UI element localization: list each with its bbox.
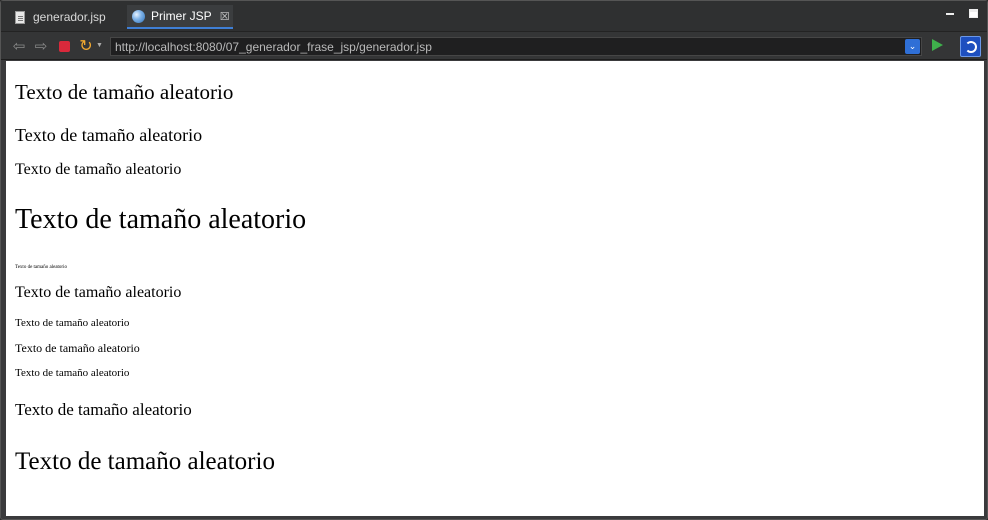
external-browser-icon [964, 40, 977, 53]
forward-arrow-icon: ⇨ [34, 38, 48, 55]
random-size-text: Texto de tamaño aleatorio [15, 161, 182, 178]
browser-window: generador.jsp Primer JSP ☒ ⇦ ⇨ ↻ ▼ ⌄ Tex… [0, 0, 988, 520]
close-icon[interactable]: ☒ [220, 10, 230, 23]
editor-tab-bar: generador.jsp Primer JSP ☒ [1, 1, 987, 32]
tab-generador-jsp[interactable]: generador.jsp [9, 5, 119, 29]
tab-label: Primer JSP [151, 9, 212, 23]
random-size-text: Texto de tamaño aleatorio [15, 448, 275, 475]
tab-primer-jsp[interactable]: Primer JSP ☒ [127, 5, 233, 29]
random-size-text: Texto de tamaño aleatorio [15, 341, 140, 355]
refresh-button[interactable]: ↻ [77, 37, 95, 55]
open-external-browser-button[interactable] [960, 36, 981, 57]
maximize-icon[interactable] [969, 9, 978, 18]
back-button[interactable]: ⇦ [10, 37, 28, 55]
forward-button[interactable]: ⇨ [32, 37, 50, 55]
random-size-text: Texto de tamaño aleatorio [15, 317, 130, 329]
minimize-icon[interactable] [946, 13, 954, 15]
refresh-dropdown-icon[interactable]: ▼ [96, 42, 103, 49]
random-size-text: Texto de tamaño aleatorio [15, 400, 192, 419]
url-input[interactable] [111, 38, 891, 56]
stop-button[interactable] [55, 37, 73, 55]
random-size-text: Texto de tamaño aleatorio [15, 80, 234, 104]
jsp-file-icon [13, 10, 27, 24]
refresh-icon: ↻ [79, 38, 93, 55]
random-size-text: Texto de tamaño aleatorio [15, 204, 307, 235]
random-size-text: Texto de tamaño aleatorio [15, 367, 130, 379]
random-size-text: Texto de tamaño aleatorio [15, 265, 67, 270]
random-size-text: Texto de tamaño aleatorio [15, 284, 182, 301]
page-content: Texto de tamaño aleatorio Texto de tamañ… [6, 61, 984, 516]
tab-label: generador.jsp [33, 10, 106, 24]
browser-toolbar: ⇦ ⇨ ↻ ▼ ⌄ [1, 32, 987, 60]
go-button[interactable] [932, 39, 943, 51]
url-history-dropdown-button[interactable]: ⌄ [905, 39, 920, 54]
random-size-text: Texto de tamaño aleatorio [15, 125, 203, 145]
globe-icon [131, 9, 145, 23]
address-bar: ⌄ [110, 37, 922, 56]
back-arrow-icon: ⇦ [12, 38, 26, 55]
chevron-down-icon: ⌄ [908, 41, 917, 51]
stop-icon [58, 40, 70, 52]
